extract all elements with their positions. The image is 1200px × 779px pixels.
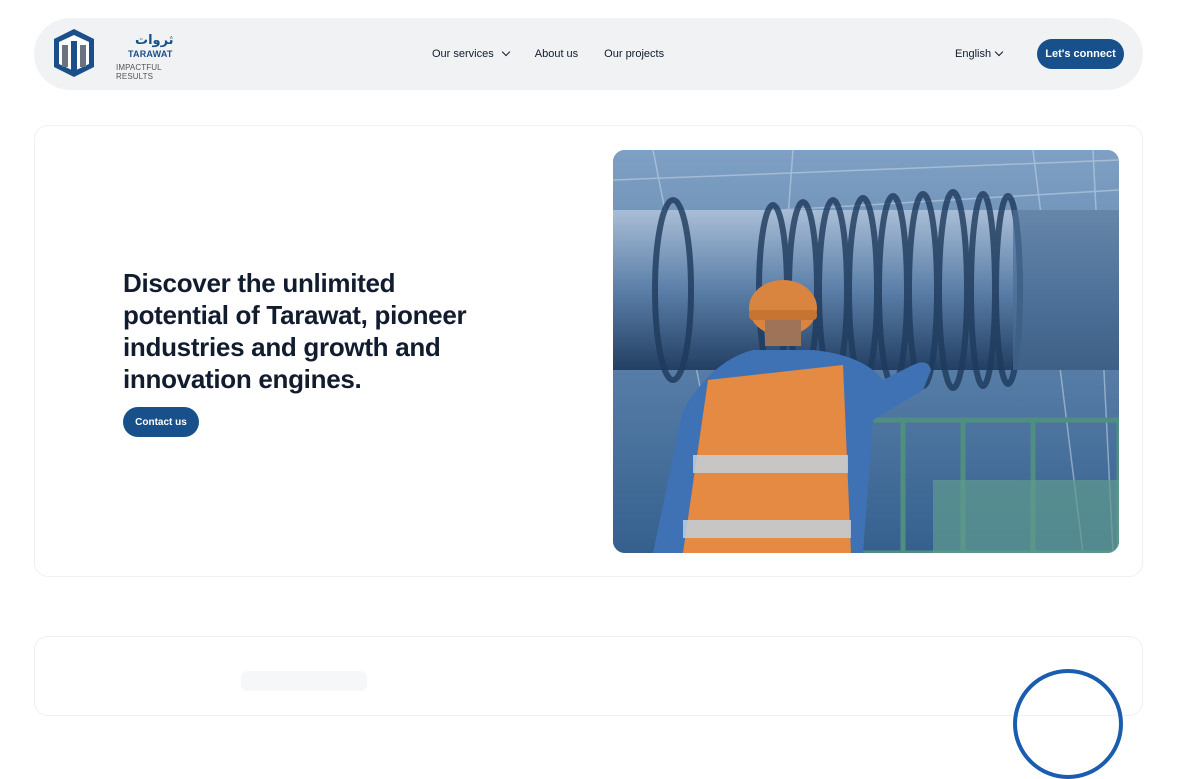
language-label: English	[955, 48, 992, 60]
nav-our-projects[interactable]: Our projects	[604, 48, 664, 60]
lets-connect-button[interactable]: Let's connect	[1037, 39, 1124, 69]
contact-us-button[interactable]: Contact us	[123, 407, 199, 437]
nav-item-label: About us	[534, 48, 579, 60]
tarawat-logo-icon	[54, 29, 94, 77]
section-placeholder	[241, 671, 367, 691]
next-section	[34, 636, 1143, 779]
logo-tagline: IMPACTFUL RESULTS	[116, 63, 162, 81]
nav-item-label: Our projects	[604, 48, 665, 60]
logo[interactable]: ثروات TARAWAT IMPACTFUL RESULTS	[50, 27, 190, 83]
chevron-down-icon	[501, 47, 510, 57]
language-selector[interactable]: English	[955, 18, 1004, 90]
industrial-worker-photo-icon	[613, 150, 1119, 553]
nav-about-us[interactable]: About us	[535, 48, 578, 60]
logo-arabic-name: ثروات	[135, 32, 174, 47]
hero-title: Discover the unlimited potential of Tara…	[123, 268, 467, 394]
hero-section: Discover the unlimited potential of Tara…	[34, 125, 1143, 577]
chevron-down-icon	[994, 47, 1004, 57]
main-nav: Our services About us Our projects	[432, 18, 664, 90]
logo-english-name: TARAWAT	[128, 49, 173, 59]
nav-our-services[interactable]: Our services	[432, 47, 510, 60]
hero-image	[613, 150, 1119, 553]
navbar: ثروات TARAWAT IMPACTFUL RESULTS Our serv…	[34, 18, 1143, 90]
nav-item-label: Our services	[432, 48, 494, 60]
